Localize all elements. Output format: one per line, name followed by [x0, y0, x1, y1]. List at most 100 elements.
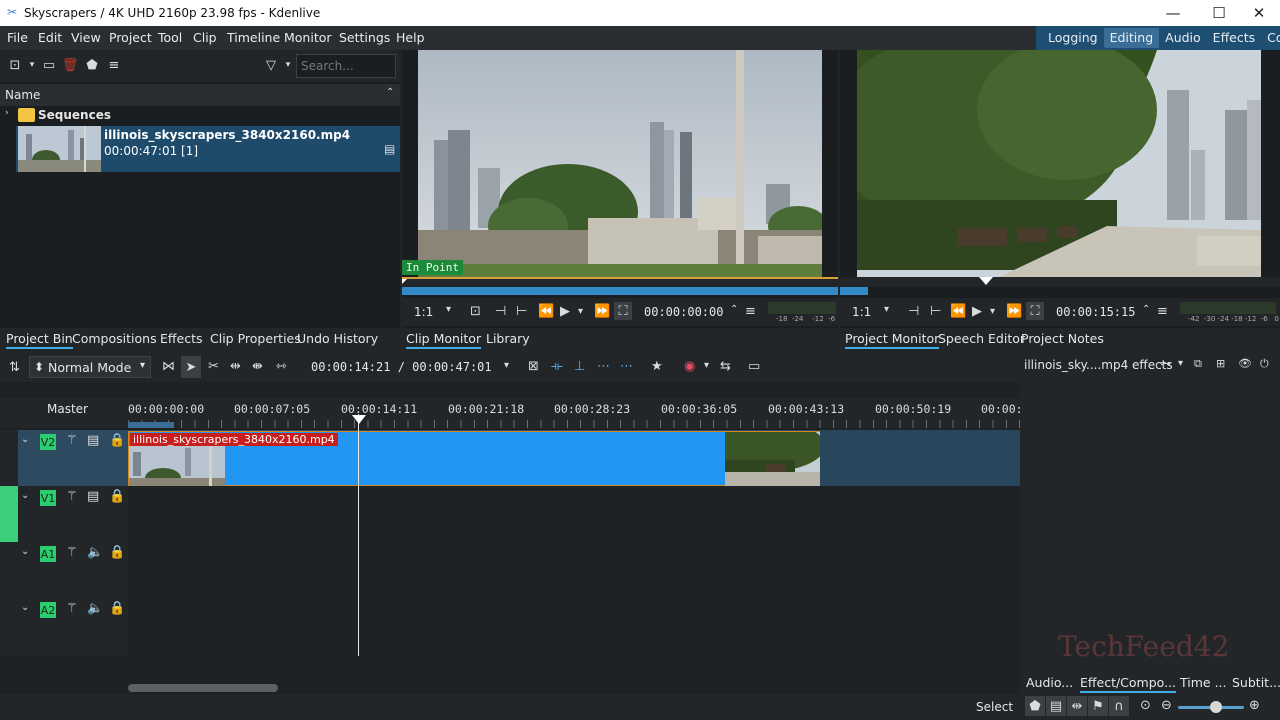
ruler-zone[interactable] [128, 422, 174, 428]
project-zoom-dropdown-icon[interactable]: ▾ [884, 304, 889, 315]
status-audio-thumb-icon[interactable]: ⇹ [1067, 696, 1087, 716]
project-monitor-menu-icon[interactable]: ≡ [1157, 304, 1168, 319]
playhead-marker[interactable] [352, 415, 366, 424]
collapse-track-icon[interactable]: ⌄ [21, 434, 29, 445]
tab-undo-history[interactable]: Undo History [297, 331, 378, 346]
menu-project[interactable]: Project [109, 30, 152, 45]
overwrite-icon[interactable]: ⟛ [551, 359, 563, 374]
status-film-icon[interactable]: ▤ [1046, 696, 1066, 716]
track-header-v2[interactable]: ⌄ V2 ⚚ ▤ 🔒 [0, 430, 128, 486]
track-name-badge[interactable]: A2 [40, 602, 56, 618]
favorite-effects-icon[interactable]: ★ [651, 359, 663, 374]
lock-icon[interactable]: 🔒 [109, 489, 125, 504]
menu-help[interactable]: Help [396, 30, 425, 45]
power-icon[interactable]: ⏻ [1260, 357, 1269, 371]
add-folder-icon[interactable]: ▭ [42, 58, 56, 73]
project-set-out-icon[interactable]: ⊢ [930, 304, 941, 319]
extract-icon[interactable]: ⋯ [597, 359, 610, 374]
tab-clip-properties[interactable]: Clip Properties [210, 331, 301, 346]
collapse-track-icon[interactable]: ⌄ [21, 602, 29, 613]
set-out-icon[interactable]: ⊢ [516, 304, 527, 319]
select-tool-icon[interactable]: ➤ [181, 356, 201, 378]
project-fit-zoom-icon[interactable]: ⛶ [1026, 302, 1044, 320]
mute-speaker-icon[interactable]: 🔈 [87, 545, 103, 560]
position-dropdown-icon[interactable]: ▾ [504, 360, 509, 371]
hide-track-icon[interactable]: ▤ [87, 489, 99, 504]
lift-icon[interactable]: ⊥ [574, 359, 585, 374]
track-header-a2[interactable]: ⌄ A2 ⚚ 🔈 🔒 [0, 598, 128, 656]
menu-icon[interactable]: ≡ [107, 58, 121, 73]
layout-audio[interactable]: Audio [1159, 28, 1207, 48]
filter-icon[interactable]: ▽ [264, 58, 278, 73]
record-dropdown-icon[interactable]: ▾ [704, 360, 709, 371]
track-lane-v1[interactable] [128, 486, 1020, 542]
layout-logging[interactable]: Logging [1042, 28, 1104, 48]
column-name-label[interactable]: Name [5, 88, 40, 102]
project-timecode[interactable]: 00:00:15:15 [1056, 305, 1135, 319]
menu-view[interactable]: View [71, 30, 101, 45]
forward-icon[interactable]: ⏩ [594, 304, 610, 319]
timeline-clip[interactable]: illinois_skyscrapers_3840x2160.mp4 [128, 431, 820, 486]
tab-clip-monitor[interactable]: Clip Monitor [406, 331, 482, 349]
eye-icon[interactable]: 👁 [1238, 357, 1252, 370]
split-view-icon[interactable]: ⊞ [1216, 357, 1225, 370]
clip-zoom-select[interactable]: 1:1 [414, 305, 433, 319]
menu-clip[interactable]: Clip [193, 30, 217, 45]
delete-icon[interactable]: 🗑 [62, 58, 79, 73]
add-clip-dropdown-icon[interactable]: ▾ [27, 58, 37, 72]
project-timecode-spin-icon[interactable]: ⌃ [1142, 304, 1150, 315]
effects-wand-icon[interactable]: ⚚ [66, 489, 78, 504]
status-snap-icon[interactable]: ∩ [1109, 696, 1129, 716]
expand-arrow-icon[interactable]: › [5, 108, 9, 118]
clip-monitor-video[interactable] [418, 50, 822, 278]
add-clip-icon[interactable]: ⊡ [8, 58, 22, 73]
menu-file[interactable]: File [7, 30, 28, 45]
project-play-icon[interactable]: ▶ [972, 304, 982, 319]
snap-icon[interactable]: ⋈ [162, 359, 175, 374]
tab-library[interactable]: Library [486, 331, 530, 346]
bin-clip-item[interactable]: illinois_skyscrapers_3840x2160.mp4 00:00… [16, 126, 400, 172]
project-monitor-ruler[interactable] [840, 277, 1280, 287]
timeline-position[interactable]: 00:00:14:21 / 00:00:47:01 [311, 360, 492, 374]
close-button[interactable]: ✕ [1236, 0, 1280, 26]
effects-wand-icon[interactable]: ⚚ [66, 601, 78, 616]
set-in-icon[interactable]: ⊣ [495, 304, 506, 319]
project-monitor-video[interactable] [857, 50, 1261, 278]
timeline-scrollbar[interactable] [128, 684, 278, 692]
track-lane-a2[interactable] [128, 598, 1020, 656]
collapse-track-icon[interactable]: ⌄ [21, 490, 29, 501]
clip-monitor-menu-icon[interactable]: ≡ [745, 304, 756, 319]
hide-track-icon[interactable]: ▤ [87, 433, 99, 448]
zoom-slider-handle[interactable] [1210, 701, 1222, 713]
menu-edit[interactable]: Edit [38, 30, 62, 45]
effects-wand-icon[interactable]: ⚚ [66, 545, 78, 560]
filter-dropdown-icon[interactable]: ▾ [283, 58, 293, 72]
extract-zone-icon[interactable]: ⋯ [620, 359, 633, 374]
tab-speech-editor[interactable]: Speech Editor [938, 331, 1025, 346]
zoom-out-icon[interactable]: ⊖ [1161, 698, 1172, 713]
bin-search-input[interactable] [296, 54, 396, 78]
razor-tool-icon[interactable]: ✂ [208, 359, 219, 374]
layout-effects[interactable]: Effects [1207, 28, 1262, 48]
project-rewind-icon[interactable]: ⏪ [950, 304, 966, 319]
tab-time-remap[interactable]: Time ... [1180, 675, 1226, 690]
zoom-fit-icon[interactable]: ⊙ [1140, 698, 1151, 713]
tab-project-monitor[interactable]: Project Monitor [845, 331, 940, 349]
track-name-badge[interactable]: V2 [40, 434, 56, 450]
folder-row-sequences[interactable]: › Sequences [0, 106, 400, 124]
zoom-in-icon[interactable]: ⊕ [1249, 698, 1260, 713]
save-stack-icon[interactable]: ⧉ [1194, 357, 1202, 371]
menu-settings[interactable]: Settings [339, 30, 390, 45]
ripple-tool-icon[interactable]: ⇼ [252, 359, 263, 374]
fit-zoom-icon[interactable]: ⛶ [614, 302, 632, 320]
lock-icon[interactable]: 🔒 [109, 545, 125, 560]
clip-monitor-zone-bar[interactable] [402, 287, 838, 295]
active-track-indicator[interactable] [0, 486, 18, 542]
track-name-badge[interactable]: A1 [40, 546, 56, 562]
slip-tool-icon[interactable]: ⇿ [276, 359, 287, 374]
tab-project-notes[interactable]: Project Notes [1021, 331, 1104, 346]
clip-timecode[interactable]: 00:00:00:00 [644, 305, 723, 319]
track-lane-a1[interactable] [128, 542, 1020, 598]
tab-effect-composition[interactable]: Effect/Compo... [1080, 675, 1177, 693]
menu-tool[interactable]: Tool [158, 30, 182, 45]
